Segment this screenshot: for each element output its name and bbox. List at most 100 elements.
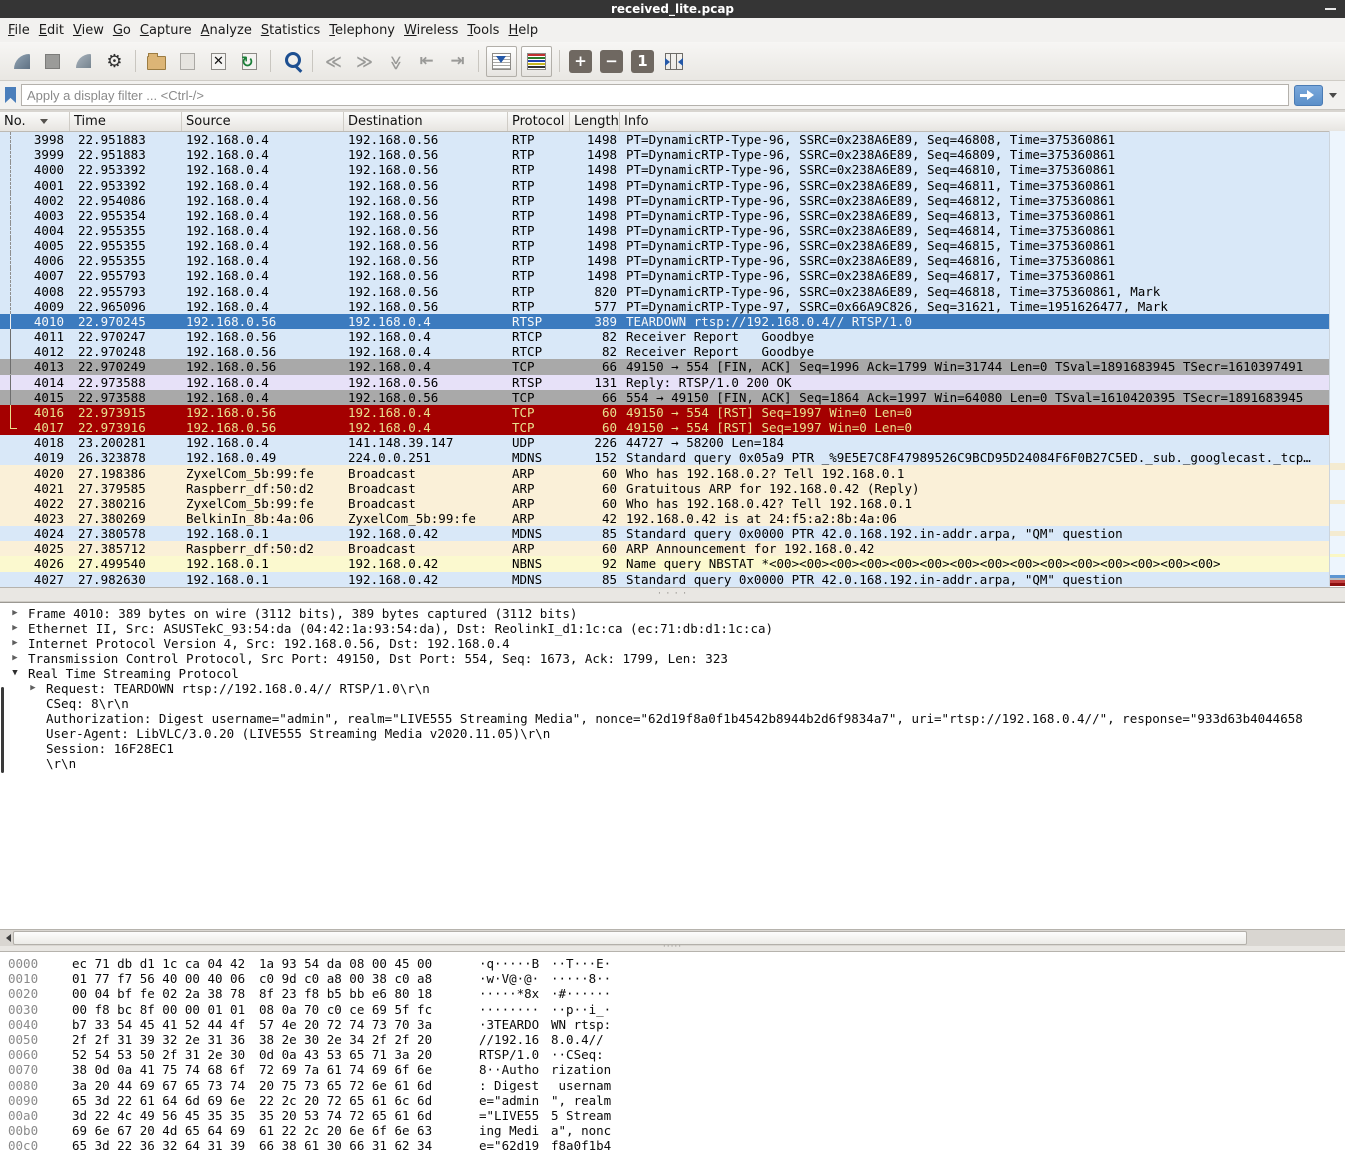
menu-telephony[interactable]: Telephony: [329, 20, 404, 41]
scroll-left-arrow-icon[interactable]: [0, 930, 13, 946]
open-file-button[interactable]: [143, 48, 170, 75]
packet-row-4023[interactable]: 402327.380269BelkinIn_8b:4a:06ZyxelCom_5…: [0, 511, 1330, 526]
auto-scroll-button[interactable]: [486, 46, 517, 77]
packet-list-scrollbar[interactable]: [1329, 131, 1345, 586]
restart-capture-button[interactable]: [70, 48, 97, 75]
packet-row-4022[interactable]: 402227.380216ZyxelCom_5b:99:feBroadcastA…: [0, 496, 1330, 511]
packet-row-4025[interactable]: 402527.385712Raspberr_df:50:d2BroadcastA…: [0, 541, 1330, 556]
column-header-length[interactable]: Length: [570, 112, 620, 131]
column-header-no[interactable]: No.: [0, 112, 70, 131]
menu-edit[interactable]: Edit: [39, 20, 73, 41]
detail-line[interactable]: CSeq: 8\r\n: [0, 696, 1345, 711]
hex-row[interactable]: 001001 77 f7 56 40 00 40 06c0 9d c0 a8 0…: [0, 971, 1345, 986]
packet-row-4003[interactable]: 400322.955354192.168.0.4192.168.0.56RTP1…: [0, 208, 1330, 223]
packet-row-4020[interactable]: 402027.198386ZyxelCom_5b:99:feBroadcastA…: [0, 465, 1330, 480]
menu-go[interactable]: Go: [113, 20, 140, 41]
packet-row-4000[interactable]: 400022.953392192.168.0.4192.168.0.56RTP1…: [0, 162, 1330, 177]
packet-row-4009[interactable]: 400922.965096192.168.0.4192.168.0.56RTP5…: [0, 299, 1330, 314]
close-file-button[interactable]: [205, 48, 232, 75]
filter-dropdown-caret-icon[interactable]: [1329, 93, 1337, 102]
capture-options-button[interactable]: [101, 48, 128, 75]
details-bytes-splitter[interactable]: [0, 946, 1345, 951]
hex-row[interactable]: 009065 3d 22 61 64 6d 69 6e22 2c 20 72 6…: [0, 1093, 1345, 1108]
detail-line[interactable]: ▶Frame 4010: 389 bytes on wire (3112 bit…: [0, 606, 1345, 621]
apply-filter-button[interactable]: [1294, 85, 1323, 106]
zoom-in-button[interactable]: +: [567, 48, 594, 75]
detail-line[interactable]: ▶Internet Protocol Version 4, Src: 192.1…: [0, 636, 1345, 651]
packet-row-4001[interactable]: 400122.953392192.168.0.4192.168.0.56RTP1…: [0, 177, 1330, 192]
menu-capture[interactable]: Capture: [140, 20, 201, 41]
menu-wireless[interactable]: Wireless: [404, 20, 467, 41]
packet-row-4018[interactable]: 401823.200281192.168.0.4141.148.39.147UD…: [0, 435, 1330, 450]
list-details-splitter[interactable]: [0, 587, 1345, 602]
zoom-out-button[interactable]: −: [598, 48, 625, 75]
detail-line[interactable]: User-Agent: LibVLC/3.0.20 (LIVE555 Strea…: [0, 726, 1345, 741]
hex-row[interactable]: 00c065 3d 22 36 32 64 31 3966 38 61 30 6…: [0, 1138, 1345, 1152]
hex-row[interactable]: 0040b7 33 54 45 41 52 44 4f57 4e 20 72 7…: [0, 1017, 1345, 1032]
packet-row-4015[interactable]: 401522.973588192.168.0.4192.168.0.56TCP6…: [0, 390, 1330, 405]
detail-line[interactable]: Session: 16F28EC1: [0, 741, 1345, 756]
expand-closed-icon[interactable]: ▶: [9, 651, 21, 666]
packet-row-3999[interactable]: 399922.951883192.168.0.4192.168.0.56RTP1…: [0, 147, 1330, 162]
packet-row-4027[interactable]: 402727.982630192.168.0.1192.168.0.42MDNS…: [0, 572, 1330, 587]
packet-row-4019[interactable]: 401926.323878192.168.0.49224.0.0.251MDNS…: [0, 450, 1330, 465]
colorize-packets-button[interactable]: [521, 46, 552, 77]
detail-line[interactable]: ▶Request: TEARDOWN rtsp://192.168.0.4// …: [0, 681, 1345, 696]
expand-closed-icon[interactable]: ▶: [27, 681, 39, 696]
scrollbar-thumb[interactable]: [13, 931, 1247, 945]
column-header-time[interactable]: Time: [70, 112, 182, 131]
packet-row-4021[interactable]: 402127.379585Raspberr_df:50:d2BroadcastA…: [0, 481, 1330, 496]
packet-row-4014[interactable]: 401422.973588192.168.0.4192.168.0.56RTSP…: [0, 375, 1330, 390]
packet-row-4002[interactable]: 400222.954086192.168.0.4192.168.0.56RTP1…: [0, 193, 1330, 208]
hex-row[interactable]: 00803a 20 44 69 67 65 73 7420 75 73 65 7…: [0, 1078, 1345, 1093]
resize-columns-button[interactable]: [660, 48, 687, 75]
packet-row-4016[interactable]: 401622.973915192.168.0.56192.168.0.4TCP6…: [0, 405, 1330, 420]
packet-row-4005[interactable]: 400522.955355192.168.0.4192.168.0.56RTP1…: [0, 238, 1330, 253]
start-capture-button[interactable]: [8, 48, 35, 75]
menu-view[interactable]: View: [73, 20, 113, 41]
go-to-packet-button[interactable]: [382, 48, 409, 75]
go-forward-button[interactable]: [351, 48, 378, 75]
menu-help[interactable]: Help: [508, 20, 547, 41]
packet-row-4011[interactable]: 401122.970247192.168.0.56192.168.0.4RTCP…: [0, 329, 1330, 344]
column-header-source[interactable]: Source: [182, 112, 344, 131]
hex-row[interactable]: 00a03d 22 4c 49 56 45 35 3535 20 53 74 7…: [0, 1108, 1345, 1123]
hex-row[interactable]: 00502f 2f 31 39 32 2e 31 3638 2e 30 2e 3…: [0, 1032, 1345, 1047]
packet-row-4024[interactable]: 402427.380578192.168.0.1192.168.0.42MDNS…: [0, 526, 1330, 541]
packet-row-4008[interactable]: 400822.955793192.168.0.4192.168.0.56RTP8…: [0, 284, 1330, 299]
expand-closed-icon[interactable]: ▶: [9, 621, 21, 636]
filter-bookmark-icon[interactable]: [5, 87, 16, 103]
find-packet-button[interactable]: [278, 48, 305, 75]
stop-capture-button[interactable]: [39, 48, 66, 75]
expand-closed-icon[interactable]: ▶: [9, 606, 21, 621]
packet-row-4013[interactable]: 401322.970249192.168.0.56192.168.0.4TCP6…: [0, 359, 1330, 374]
display-filter-input[interactable]: [21, 84, 1289, 106]
hex-row[interactable]: 002000 04 bf fe 02 2a 38 788f 23 f8 b5 b…: [0, 986, 1345, 1001]
hex-row[interactable]: 00b069 6e 67 20 4d 65 64 6961 22 2c 20 6…: [0, 1123, 1345, 1138]
go-first-packet-button[interactable]: [413, 48, 440, 75]
scrollbar-track[interactable]: [1247, 930, 1345, 946]
hex-row[interactable]: 007038 0d 0a 41 75 74 68 6f72 69 7a 61 7…: [0, 1062, 1345, 1077]
detail-line[interactable]: Authorization: Digest username="admin", …: [0, 711, 1345, 726]
detail-line[interactable]: ▶Transmission Control Protocol, Src Port…: [0, 651, 1345, 666]
menu-statistics[interactable]: Statistics: [261, 20, 329, 41]
packet-row-4012[interactable]: 401222.970248192.168.0.56192.168.0.4RTCP…: [0, 344, 1330, 359]
packet-row-4026[interactable]: 402627.499540192.168.0.1192.168.0.42NBNS…: [0, 556, 1330, 571]
hex-row[interactable]: 003000 f8 bc 8f 00 00 01 0108 0a 70 c0 c…: [0, 1002, 1345, 1017]
minimize-icon[interactable]: [1325, 8, 1336, 10]
zoom-normal-button[interactable]: 1: [629, 48, 656, 75]
column-header-info[interactable]: Info: [620, 112, 1345, 131]
detail-line[interactable]: \r\n: [0, 756, 1345, 771]
hex-row[interactable]: 0000ec 71 db d1 1c ca 04 421a 93 54 da 0…: [0, 956, 1345, 971]
detail-line[interactable]: ▶Ethernet II, Src: ASUSTekC_93:54:da (04…: [0, 621, 1345, 636]
packet-row-4010[interactable]: 401022.970245192.168.0.56192.168.0.4RTSP…: [0, 314, 1330, 329]
expand-closed-icon[interactable]: ▶: [9, 636, 21, 651]
hex-row[interactable]: 006052 54 53 50 2f 31 2e 300d 0a 43 53 6…: [0, 1047, 1345, 1062]
packet-row-4004[interactable]: 400422.955355192.168.0.4192.168.0.56RTP1…: [0, 223, 1330, 238]
menu-analyze[interactable]: Analyze: [201, 20, 261, 41]
save-file-button[interactable]: [174, 48, 201, 75]
packet-row-3998[interactable]: 399822.951883192.168.0.4192.168.0.56RTP1…: [0, 132, 1330, 147]
detail-line[interactable]: ▼Real Time Streaming Protocol: [0, 666, 1345, 681]
expand-open-icon[interactable]: ▼: [9, 666, 21, 681]
column-header-protocol[interactable]: Protocol: [508, 112, 570, 131]
